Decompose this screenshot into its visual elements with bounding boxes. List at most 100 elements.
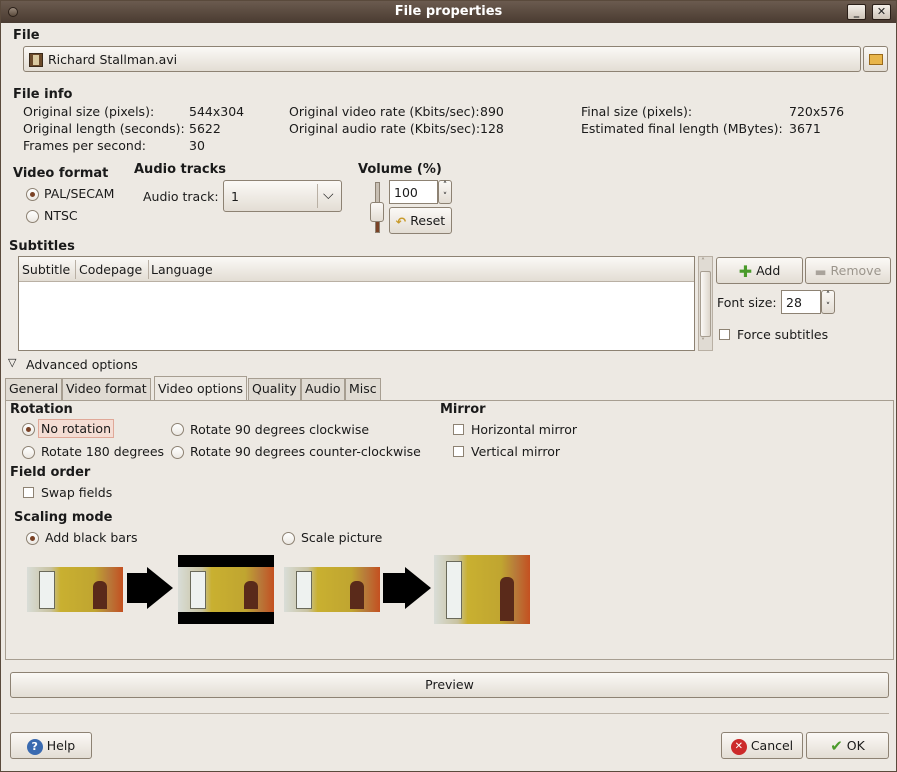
help-button[interactable]: ? Help	[10, 732, 92, 759]
title-bar[interactable]: File properties _ ✕	[1, 1, 896, 23]
audio-rate-value: 128	[480, 121, 504, 136]
vertical-mirror-label[interactable]: Vertical mirror	[471, 444, 560, 459]
audio-rate-label: Original audio rate (Kbits/sec):	[289, 121, 481, 136]
swap-fields-checkbox[interactable]	[23, 487, 34, 498]
pal-label[interactable]: PAL/SECAM	[44, 186, 114, 201]
tab-audio[interactable]: Audio	[301, 378, 345, 400]
window-title: File properties	[394, 4, 503, 19]
reset-button[interactable]: ↶ Reset	[389, 207, 452, 234]
horizontal-mirror-checkbox[interactable]	[453, 424, 464, 435]
black-bars-label[interactable]: Add black bars	[45, 530, 138, 545]
final-size-label: Final size (pixels):	[581, 104, 693, 119]
preview-button[interactable]: Preview	[10, 672, 889, 698]
minus-icon: ▬	[814, 264, 827, 279]
advanced-options-expander[interactable]: Advanced options	[26, 357, 138, 372]
subtitles-scrollbar[interactable]: ˄ ˅	[698, 256, 713, 351]
font-size-input[interactable]: 28	[781, 290, 821, 314]
spin-up-icon[interactable]: ˄	[443, 181, 448, 191]
open-folder-button[interactable]	[863, 46, 888, 72]
scroll-down-icon[interactable]: ˅	[701, 337, 705, 346]
file-info-label: File info	[13, 87, 73, 102]
spin-down-icon[interactable]: ˅	[826, 302, 831, 312]
arrow-shaft	[383, 573, 405, 603]
scaling-mode-label: Scaling mode	[14, 510, 113, 525]
black-bars-radio[interactable]	[26, 532, 39, 545]
tab-general[interactable]: General	[5, 378, 63, 400]
pal-radio[interactable]	[26, 188, 39, 201]
final-length-value: 3671	[789, 121, 821, 136]
font-size-label: Font size:	[717, 295, 777, 310]
font-size-spin-button[interactable]: ˄ ˅	[821, 290, 835, 314]
rotate-cw-label[interactable]: Rotate 90 degrees clockwise	[190, 422, 369, 437]
file-name: Richard Stallman.avi	[48, 52, 178, 67]
final-length-label: Estimated final length (MBytes):	[581, 121, 783, 136]
no-rotation-label[interactable]: No rotation	[38, 419, 114, 438]
window-menu-icon[interactable]	[8, 7, 18, 17]
source-thumbnail-image	[284, 567, 380, 612]
ok-label: OK	[846, 738, 865, 753]
audio-track-label: Audio track:	[143, 189, 219, 204]
spin-down-icon[interactable]: ˅	[443, 192, 448, 202]
video-rate-label: Original video rate (Kbits/sec):	[289, 104, 480, 119]
audio-track-select[interactable]: 1 ⌵	[223, 180, 342, 212]
column-codepage[interactable]: Codepage	[79, 262, 142, 277]
tab-quality[interactable]: Quality	[248, 378, 301, 400]
force-subtitles-label[interactable]: Force subtitles	[737, 327, 828, 342]
original-length-label: Original length (seconds):	[23, 121, 185, 136]
rotate-180-label[interactable]: Rotate 180 degrees	[41, 444, 164, 459]
add-subtitle-button[interactable]: ✚ Add	[716, 257, 803, 284]
spin-up-icon[interactable]: ˄	[826, 291, 831, 301]
expander-arrow-icon[interactable]: ▽	[8, 356, 16, 369]
dialog-window: File properties _ ✕ File Richard Stallma…	[0, 0, 897, 772]
minimize-button[interactable]: _	[847, 4, 866, 20]
volume-input[interactable]: 100	[389, 180, 438, 204]
help-icon: ?	[26, 738, 43, 755]
ok-button[interactable]: ✔ OK	[806, 732, 889, 759]
remove-subtitle-button[interactable]: ▬ Remove	[805, 257, 891, 284]
tab-video-options[interactable]: Video options	[154, 376, 248, 401]
tab-misc[interactable]: Misc	[345, 378, 381, 400]
rotate-ccw-label[interactable]: Rotate 90 degrees counter-clockwise	[190, 444, 421, 459]
original-length-value: 5622	[189, 121, 221, 136]
no-rotation-radio[interactable]	[22, 423, 35, 436]
mirror-label: Mirror	[440, 402, 486, 417]
rotate-180-radio[interactable]	[22, 446, 35, 459]
vertical-mirror-checkbox[interactable]	[453, 446, 464, 457]
undo-icon: ↶	[395, 214, 407, 229]
subtitles-table[interactable]: Subtitle Codepage Language	[18, 256, 695, 351]
file-chooser-button[interactable]: Richard Stallman.avi	[23, 46, 861, 72]
separator	[10, 713, 889, 714]
column-language[interactable]: Language	[151, 262, 213, 277]
scroll-up-icon[interactable]: ˄	[701, 257, 705, 266]
audio-track-value: 1	[231, 189, 239, 204]
rotate-cw-radio[interactable]	[171, 423, 184, 436]
scale-picture-radio[interactable]	[282, 532, 295, 545]
rotate-ccw-radio[interactable]	[171, 446, 184, 459]
horizontal-mirror-label[interactable]: Horizontal mirror	[471, 422, 577, 437]
tab-video-format[interactable]: Video format	[62, 378, 151, 400]
scale-picture-label[interactable]: Scale picture	[301, 530, 382, 545]
subtitles-header: Subtitle Codepage Language	[19, 257, 694, 282]
close-button[interactable]: ✕	[872, 4, 891, 20]
help-label: Help	[46, 738, 76, 753]
volume-spin-button[interactable]: ˄ ˅	[438, 180, 452, 204]
subtitles-label: Subtitles	[9, 239, 75, 254]
cancel-button[interactable]: ✕ Cancel	[721, 732, 803, 759]
field-order-label: Field order	[10, 465, 91, 480]
folder-icon	[869, 54, 883, 65]
scrollbar-thumb[interactable]	[700, 271, 711, 337]
checkmark-icon: ✔	[830, 737, 843, 755]
ntsc-label[interactable]: NTSC	[44, 208, 78, 223]
ntsc-radio[interactable]	[26, 210, 39, 223]
remove-label: Remove	[830, 263, 882, 278]
file-section-label: File	[13, 28, 40, 43]
volume-slider-handle[interactable]	[370, 202, 384, 222]
fps-value: 30	[189, 138, 205, 153]
arrow-right-icon	[405, 567, 431, 609]
swap-fields-label[interactable]: Swap fields	[41, 485, 112, 500]
add-label: Add	[756, 263, 781, 278]
force-subtitles-checkbox[interactable]	[719, 329, 730, 340]
cancel-icon: ✕	[730, 738, 747, 755]
arrow-right-icon	[147, 567, 173, 609]
column-subtitle[interactable]: Subtitle	[22, 262, 70, 277]
